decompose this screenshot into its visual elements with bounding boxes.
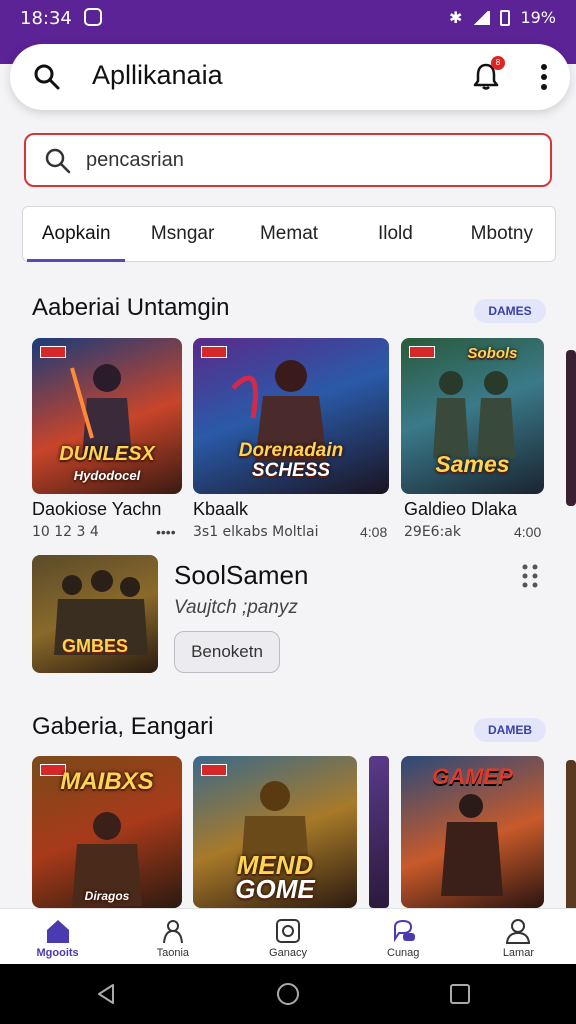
nav-item-lamar[interactable]: Lamar — [461, 909, 576, 964]
game-card-4-image[interactable]: MAIBXS Diragos — [32, 756, 182, 908]
game-card-2-meta: 3s1 elkabs Moltlai — [193, 524, 319, 540]
camera-icon — [276, 919, 300, 943]
category-tabs: Aopkain Msngar Memat Ilold Mbotny — [22, 206, 556, 262]
bluetooth-icon: ✱ — [449, 8, 463, 27]
notification-badge: 8 — [491, 56, 505, 70]
status-time: 18:34 — [20, 8, 72, 29]
status-indicators: ✱ 19% — [449, 8, 556, 27]
game-card-3-image[interactable]: Sobols Sames — [401, 338, 544, 494]
app-title: Apllikanaia — [92, 60, 223, 90]
card-art-title: MAIBXS — [60, 768, 154, 795]
system-navigation-bar — [0, 964, 576, 1024]
featured-game-subtitle: Vaujtch ;panyz — [174, 597, 298, 618]
card-art-title: DUNLESX — [59, 443, 155, 465]
home-circle-icon[interactable] — [276, 982, 300, 1006]
game-card-3-more[interactable]: 4:00 — [514, 524, 541, 540]
tab-mbotny[interactable]: Mbotny — [449, 207, 555, 261]
chat-icon — [394, 919, 416, 943]
featured-art-title: GMBES — [61, 636, 128, 656]
game-card-1-image[interactable]: DUNLESX Hydodocel — [32, 338, 182, 494]
battery-icon — [500, 9, 511, 26]
nav-label-cunag: Cunag — [387, 947, 420, 959]
featured-game-name[interactable]: SoolSamen — [174, 560, 308, 591]
game-card-partial-image[interactable] — [369, 756, 389, 908]
carousel-edge-peek — [566, 350, 576, 506]
back-icon[interactable] — [94, 982, 118, 1006]
section-title-2: Gaberia, Eangari — [32, 713, 214, 740]
game-card-6-image[interactable]: GAMEP — [401, 756, 544, 908]
nav-label-ganacy: Ganacy — [269, 947, 307, 959]
notification-app-icon — [84, 8, 102, 26]
person-outline-icon — [162, 920, 183, 944]
tab-ilold[interactable]: Ilold — [342, 207, 448, 261]
search-icon[interactable] — [32, 62, 62, 92]
nav-item-ganacy[interactable]: Ganacy — [230, 909, 345, 964]
game-card-1-meta: 10 12 3 4 — [32, 524, 99, 540]
card-art-subtitle: Diragos — [84, 889, 130, 903]
card-tag — [201, 764, 227, 776]
nav-label-lamar: Lamar — [502, 947, 534, 959]
signal-icon — [472, 10, 491, 25]
nav-item-cunag[interactable]: Cunag — [346, 909, 461, 964]
game-card-3-meta: 29E6:ak — [404, 524, 461, 540]
card-tag — [201, 346, 227, 358]
search-box — [24, 133, 552, 187]
nav-item-home[interactable]: Mgooits — [0, 909, 115, 964]
search-input[interactable] — [86, 145, 526, 175]
game-card-5-image[interactable]: MEND GOME — [193, 756, 357, 908]
drag-handle-icon[interactable] — [520, 562, 540, 590]
game-card-2-name[interactable]: Kbaalk — [193, 499, 248, 520]
card-art-title: Sames — [435, 451, 510, 477]
section-title-1: Aaberiai Untamgin — [32, 294, 230, 321]
nav-label-taonia: Taonia — [156, 947, 190, 959]
game-card-2-more[interactable]: 4:08 — [360, 524, 387, 540]
card-art-title: GAMEP — [432, 764, 513, 789]
tab-aopkain[interactable]: Aopkain — [23, 207, 129, 262]
search-icon — [45, 148, 71, 174]
card-art-title: Dorenadain — [238, 440, 344, 461]
game-card-1-name[interactable]: Daokiose Yachn — [32, 499, 161, 520]
card-art-subtitle: GOME — [235, 874, 315, 904]
nav-label-home: Mgooits — [36, 947, 79, 959]
card-tag — [40, 346, 66, 358]
card-tag — [409, 346, 435, 358]
section-pill-1[interactable]: DAMES — [474, 299, 546, 323]
battery-level: 19% — [520, 8, 556, 27]
bottom-navigation: Mgooits Taonia Ganacy Cunag Lamar — [0, 908, 576, 964]
game-card-1-more[interactable]: •••• — [156, 524, 176, 540]
more-vert-icon[interactable] — [540, 62, 548, 92]
home-icon — [46, 920, 69, 943]
game-card-2-image[interactable]: Dorenadain SCHESS — [193, 338, 389, 494]
featured-game-image[interactable]: GMBES — [32, 555, 158, 673]
profile-icon — [506, 919, 531, 944]
featured-action-button[interactable]: Benoketn — [174, 631, 280, 673]
game-card-3-name[interactable]: Galdieo Dlaka — [404, 499, 517, 520]
section-pill-2[interactable]: DAMEB — [474, 718, 546, 742]
carousel-edge-peek — [566, 760, 576, 916]
card-art-subtitle: Hydodocel — [73, 468, 141, 483]
card-art-subtitle: SCHESS — [251, 460, 331, 481]
recents-icon[interactable] — [448, 982, 472, 1006]
card-art-subtitle: Sobols — [467, 345, 518, 362]
nav-item-taonia[interactable]: Taonia — [115, 909, 230, 964]
tab-memat[interactable]: Memat — [236, 207, 342, 261]
app-bar: Apllikanaia 8 — [10, 44, 570, 110]
tab-msngar[interactable]: Msngar — [129, 207, 235, 261]
